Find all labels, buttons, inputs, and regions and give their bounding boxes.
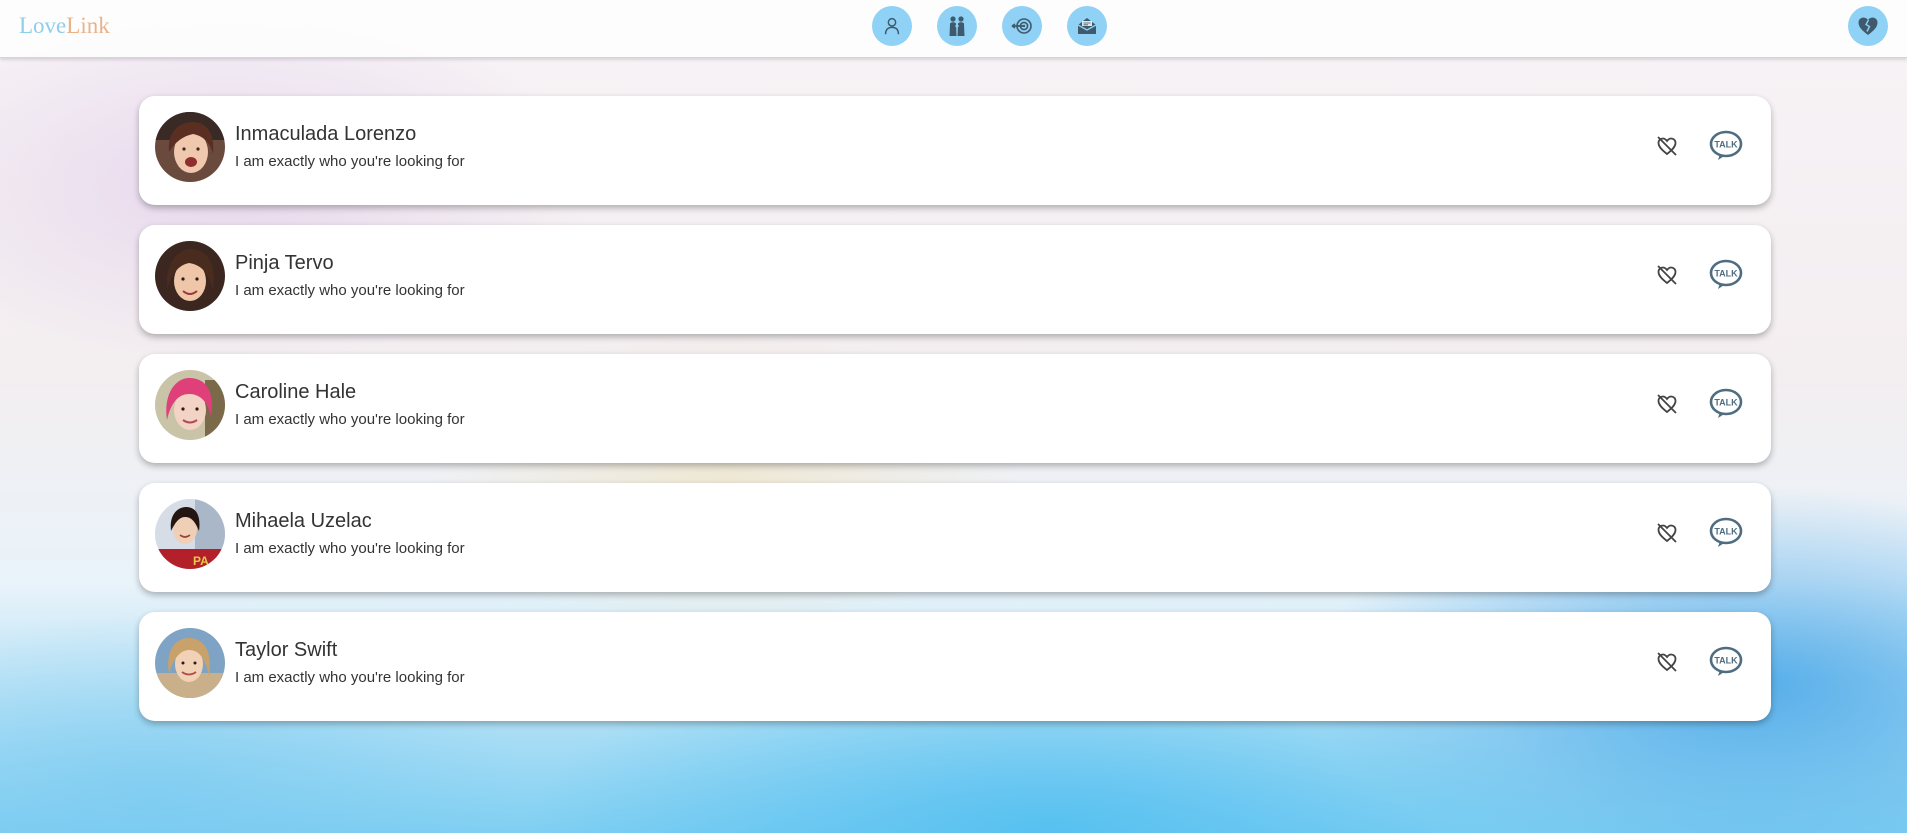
card-actions: TALK — [1655, 517, 1743, 549]
talk-label: TALK — [1714, 140, 1738, 150]
logo-love: Love — [19, 13, 67, 38]
talk-bubble-icon: TALK — [1709, 388, 1743, 418]
heart-off-icon — [1657, 265, 1677, 285]
match-list: Inmaculada Lorenzo I am exactly who you'… — [139, 96, 1771, 741]
heart-off-icon — [1657, 652, 1677, 672]
talk-label: TALK — [1714, 527, 1738, 537]
top-bar: LoveLink — [0, 0, 1907, 58]
talk-bubble-icon: TALK — [1709, 517, 1743, 547]
profile-card[interactable]: PA Mihaela Uzelac I am exactly who you'r… — [139, 483, 1771, 592]
talk-button[interactable]: TALK — [1709, 646, 1743, 678]
target-icon — [1011, 18, 1032, 34]
avatar[interactable]: PA — [155, 499, 225, 569]
talk-label: TALK — [1714, 656, 1738, 666]
unlike-button[interactable] — [1655, 134, 1679, 158]
profile-tagline: I am exactly who you're looking for — [235, 411, 465, 428]
discover-nav-button[interactable] — [1002, 6, 1042, 46]
card-actions: TALK — [1655, 130, 1743, 162]
profile-tagline: I am exactly who you're looking for — [235, 540, 465, 557]
mail-icon — [1077, 18, 1097, 34]
avatar[interactable] — [155, 112, 225, 182]
card-actions: TALK — [1655, 388, 1743, 420]
heart-off-icon — [1657, 136, 1677, 156]
person-icon — [884, 17, 900, 35]
profile-tagline: I am exactly who you're looking for — [235, 282, 465, 299]
talk-button[interactable]: TALK — [1709, 259, 1743, 291]
avatar[interactable] — [155, 241, 225, 311]
heart-off-icon — [1657, 523, 1677, 543]
talk-bubble-icon: TALK — [1709, 646, 1743, 676]
profile-tagline: I am exactly who you're looking for — [235, 153, 465, 170]
unlike-button[interactable] — [1655, 650, 1679, 674]
profile-name[interactable]: Inmaculada Lorenzo — [235, 123, 416, 146]
profile-card[interactable]: Taylor Swift I am exactly who you're loo… — [139, 612, 1771, 721]
talk-bubble-icon: TALK — [1709, 259, 1743, 289]
favorites-button[interactable] — [1848, 6, 1888, 46]
card-actions: TALK — [1655, 646, 1743, 678]
unlike-button[interactable] — [1655, 263, 1679, 287]
profile-card[interactable]: Pinja Tervo I am exactly who you're look… — [139, 225, 1771, 334]
talk-label: TALK — [1714, 398, 1738, 408]
talk-label: TALK — [1714, 269, 1738, 279]
profile-tagline: I am exactly who you're looking for — [235, 669, 465, 686]
profile-name[interactable]: Caroline Hale — [235, 381, 356, 404]
avatar[interactable] — [155, 628, 225, 698]
heart-off-icon — [1657, 394, 1677, 414]
talk-button[interactable]: TALK — [1709, 517, 1743, 549]
avatar[interactable] — [155, 370, 225, 440]
card-actions: TALK — [1655, 259, 1743, 291]
profile-name[interactable]: Pinja Tervo — [235, 252, 334, 275]
talk-bubble-icon: TALK — [1709, 130, 1743, 160]
messages-nav-button[interactable] — [1067, 6, 1107, 46]
unlike-button[interactable] — [1655, 521, 1679, 545]
unlike-button[interactable] — [1655, 392, 1679, 416]
broken-heart-icon — [1858, 17, 1878, 35]
logo-link: Link — [66, 13, 110, 38]
main-nav — [872, 6, 1107, 46]
matches-nav-button[interactable] — [937, 6, 977, 46]
profile-nav-button[interactable] — [872, 6, 912, 46]
profile-card[interactable]: Caroline Hale I am exactly who you're lo… — [139, 354, 1771, 463]
couple-icon — [949, 16, 965, 36]
talk-button[interactable]: TALK — [1709, 130, 1743, 162]
profile-name[interactable]: Taylor Swift — [235, 639, 337, 662]
talk-button[interactable]: TALK — [1709, 388, 1743, 420]
app-logo[interactable]: LoveLink — [19, 12, 110, 40]
svg-text:PA: PA — [193, 554, 209, 568]
profile-name[interactable]: Mihaela Uzelac — [235, 510, 372, 533]
profile-card[interactable]: Inmaculada Lorenzo I am exactly who you'… — [139, 96, 1771, 205]
